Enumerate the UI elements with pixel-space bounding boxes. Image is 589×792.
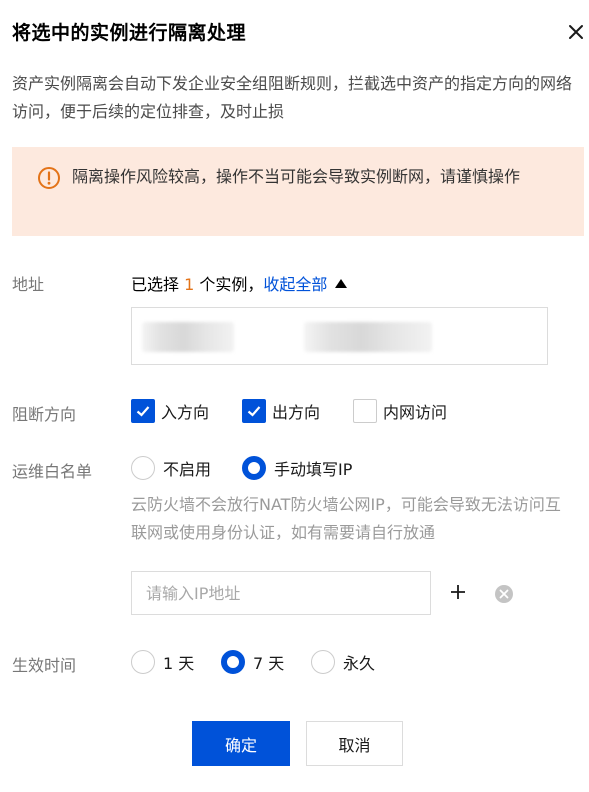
dialog-title: 将选中的实例进行隔离处理 bbox=[12, 22, 247, 44]
address-label: 地址 bbox=[12, 275, 45, 294]
ip-address-input[interactable] bbox=[131, 571, 431, 615]
direction-outbound-checkbox[interactable]: 出方向 bbox=[242, 399, 320, 423]
checkbox-unchecked-icon[interactable] bbox=[353, 399, 377, 423]
warning-circle-icon bbox=[38, 167, 60, 189]
selected-prefix: 已选择 bbox=[131, 275, 180, 294]
confirm-button[interactable]: 确定 bbox=[192, 721, 290, 766]
radio-unselected-icon[interactable] bbox=[131, 456, 155, 480]
direction-outbound-label: 出方向 bbox=[272, 403, 321, 422]
cancel-button[interactable]: 取消 bbox=[306, 721, 403, 766]
duration-1day-radio[interactable]: 1 天 bbox=[131, 650, 194, 674]
clear-icon[interactable] bbox=[494, 584, 514, 604]
close-icon[interactable] bbox=[564, 20, 588, 44]
dialog-description: 资产实例隔离会自动下发企业安全组阻断规则，拦截选中资产的指定方向的网络访问，便于… bbox=[12, 74, 573, 121]
selected-summary: 已选择 1 个实例，收起全部 bbox=[131, 271, 348, 295]
whitelist-hint: 云防火墙不会放行NAT防火墙公网IP，可能会导致无法访问互联网或使用身份认证，如… bbox=[131, 495, 561, 542]
whitelist-manual-label: 手动填写IP bbox=[274, 460, 353, 479]
direction-intranet-checkbox[interactable]: 内网访问 bbox=[353, 399, 447, 423]
selected-suffix: 个实例， bbox=[199, 275, 264, 294]
duration-7days-radio[interactable]: 7 天 bbox=[221, 650, 284, 674]
duration-permanent-label: 永久 bbox=[343, 654, 376, 673]
selected-instances-box bbox=[131, 307, 548, 365]
direction-label: 阻断方向 bbox=[12, 405, 77, 424]
redacted-instance-ip bbox=[304, 322, 432, 352]
add-icon[interactable] bbox=[448, 582, 468, 602]
radio-selected-icon[interactable] bbox=[242, 456, 266, 480]
duration-1day-label: 1 天 bbox=[163, 654, 195, 673]
warning-alert: 隔离操作风险较高，操作不当可能会导致实例断网，请谨慎操作 bbox=[12, 147, 584, 236]
checkbox-checked-icon[interactable] bbox=[242, 399, 266, 423]
direction-inbound-label: 入方向 bbox=[161, 403, 210, 422]
selected-count: 1 bbox=[184, 275, 195, 294]
radio-unselected-icon[interactable] bbox=[131, 650, 155, 674]
collapse-all-link[interactable]: 收起全部 bbox=[263, 275, 327, 294]
caret-up-icon[interactable] bbox=[335, 279, 348, 288]
direction-intranet-label: 内网访问 bbox=[383, 403, 448, 422]
whitelist-label: 运维白名单 bbox=[12, 462, 93, 481]
checkbox-checked-icon[interactable] bbox=[131, 399, 155, 423]
duration-permanent-radio[interactable]: 永久 bbox=[311, 650, 375, 674]
whitelist-disabled-radio[interactable]: 不启用 bbox=[131, 456, 211, 480]
duration-7days-label: 7 天 bbox=[253, 654, 285, 673]
direction-inbound-checkbox[interactable]: 入方向 bbox=[131, 399, 209, 423]
radio-unselected-icon[interactable] bbox=[311, 650, 335, 674]
alert-text: 隔离操作风险较高，操作不当可能会导致实例断网，请谨慎操作 bbox=[72, 167, 521, 186]
duration-label: 生效时间 bbox=[12, 656, 77, 675]
whitelist-disabled-label: 不启用 bbox=[163, 460, 212, 479]
radio-selected-icon[interactable] bbox=[221, 650, 245, 674]
redacted-instance-id bbox=[142, 322, 234, 352]
whitelist-manual-radio[interactable]: 手动填写IP bbox=[242, 456, 352, 480]
